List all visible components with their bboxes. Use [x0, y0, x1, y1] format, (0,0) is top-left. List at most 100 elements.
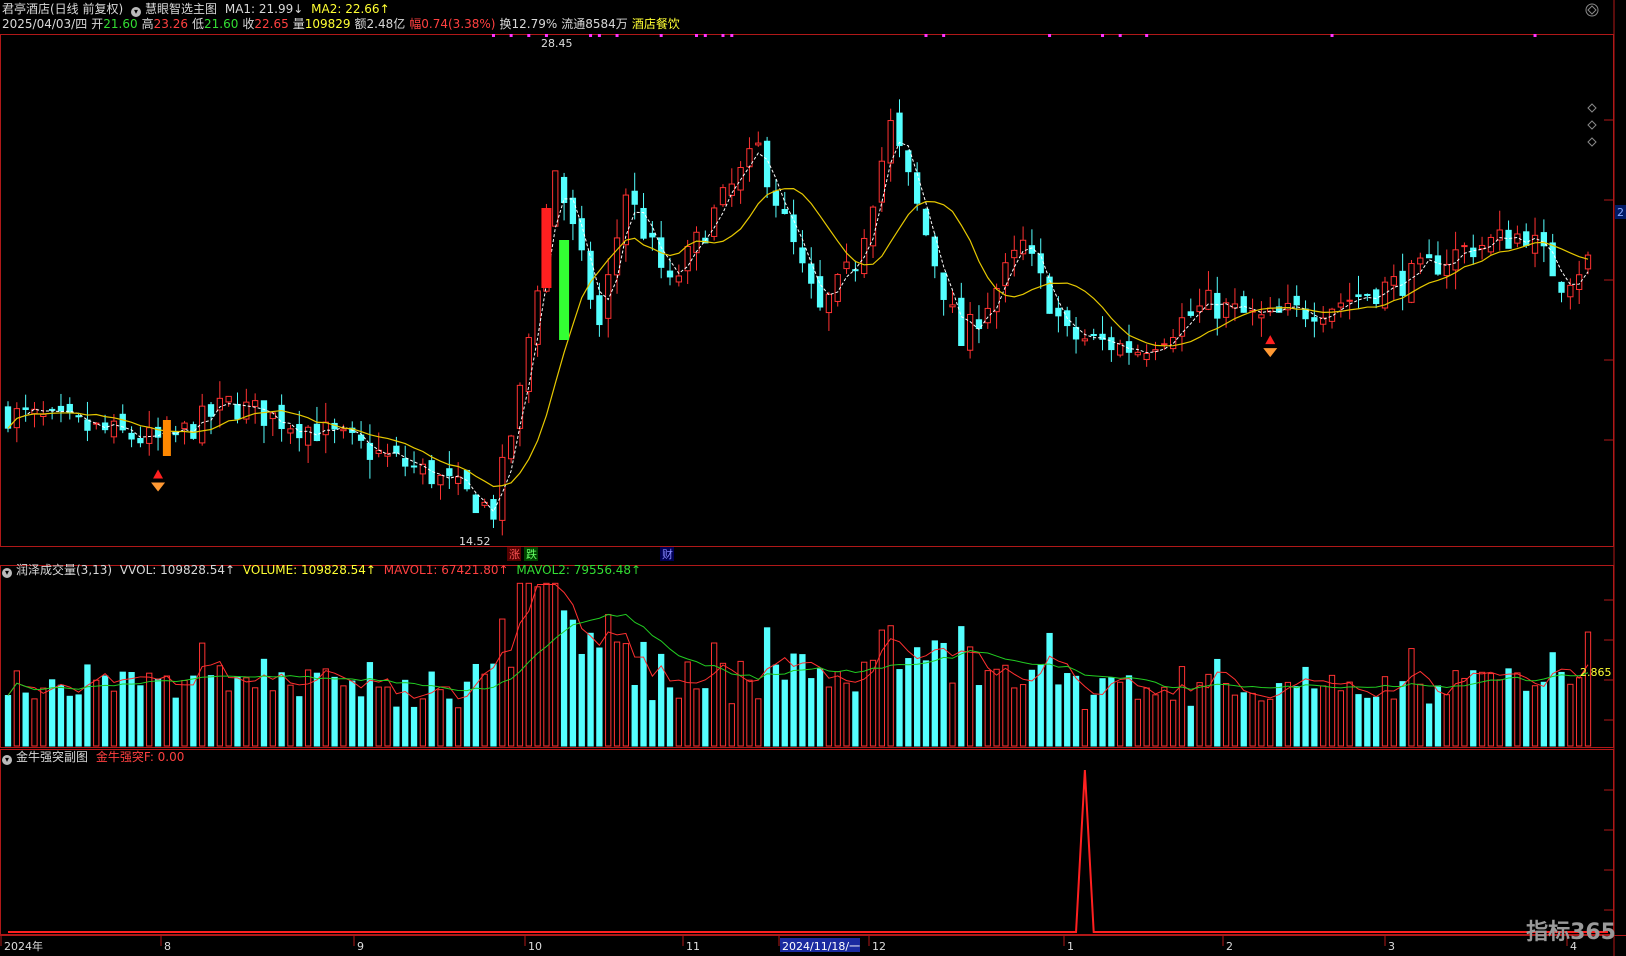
candle-body [1346, 299, 1353, 302]
volume-bar [1002, 664, 1009, 747]
volume-bar [728, 703, 735, 747]
buy-signal-diamond-0 [151, 482, 166, 492]
volume-bar [13, 670, 20, 747]
x-label-6: 12 [872, 940, 886, 953]
candle-body [410, 465, 418, 468]
candle-body [22, 407, 29, 410]
candle-body [137, 437, 144, 444]
gridlines [1604, 119, 1614, 911]
volume-bar [649, 700, 656, 747]
x-label-7: 1 [1067, 940, 1074, 953]
volume-bar [437, 689, 444, 747]
candle-body [949, 304, 956, 308]
chart-canvas[interactable]: 2024年 8 9 10 11 2024/11/18/一 12 1 2 3 4 28.45 14.5… [0, 0, 1626, 956]
candle-body [816, 276, 824, 308]
candle-body [1090, 334, 1097, 337]
ma-lines-group [7, 141, 1589, 513]
candle-body [1408, 263, 1415, 303]
volume-bar [1584, 631, 1592, 747]
volume-bar [199, 642, 206, 747]
top-signal-dot-1 [509, 34, 513, 37]
volume-bar [1187, 705, 1194, 747]
volume-bar [1443, 694, 1450, 747]
volume-bar [984, 670, 991, 747]
vol-title[interactable]: 润泽成交量(3,13) [16, 563, 112, 577]
signal-title[interactable]: 金牛强突副图 [16, 750, 88, 764]
volume-bar [313, 672, 321, 747]
volume-bar [1072, 675, 1080, 747]
volume-bar [137, 685, 144, 747]
candle-body [1134, 351, 1141, 356]
candle-body [772, 190, 780, 206]
top-signal-dot-14 [1048, 34, 1052, 37]
candle-body [1558, 281, 1565, 293]
volume-bar [322, 668, 329, 747]
volume-bar [693, 688, 700, 747]
volume-bar [675, 697, 682, 747]
volume-bar [1355, 694, 1362, 747]
candle-body [181, 422, 188, 430]
candle-body [507, 435, 515, 460]
diamond-icon-2[interactable] [1587, 103, 1597, 113]
volume-bar [516, 582, 524, 747]
candle-body [613, 237, 621, 276]
candle-body [1055, 307, 1062, 317]
volume-bar [702, 688, 709, 747]
volume-bar [278, 672, 285, 747]
candle-body [1505, 229, 1512, 249]
candle-body [278, 404, 285, 430]
signal-group [8, 769, 1608, 933]
candle-body [966, 313, 974, 351]
vol-dropdown-icon[interactable]: ▾ [2, 568, 12, 578]
volume-bar [852, 691, 859, 747]
volume-bar [1408, 648, 1415, 747]
volume-bar [1293, 686, 1300, 747]
volume-bar [4, 695, 12, 747]
volume-bar [1320, 685, 1327, 747]
volume-bar [190, 675, 197, 747]
volume-bar [763, 627, 771, 747]
candle-body [1452, 249, 1459, 271]
highlight-red-bar [541, 208, 552, 288]
signal-dropdown-icon[interactable]: ▾ [2, 755, 12, 765]
volume-bar [1487, 673, 1495, 747]
candle-body [225, 395, 232, 403]
candle-body [1002, 262, 1009, 287]
candle-body [1470, 247, 1477, 258]
top-signal-dot-8 [694, 34, 698, 37]
candle-body [1373, 289, 1380, 304]
diamond-icon-3[interactable] [1587, 120, 1597, 130]
volume-bar [613, 641, 621, 747]
candle-body [1425, 254, 1433, 259]
candle-body [1284, 302, 1292, 311]
volume-bar [1399, 681, 1406, 747]
volume-bar [958, 626, 965, 747]
candle-body [340, 428, 347, 432]
candle-body [455, 476, 462, 484]
candle-body [534, 290, 541, 345]
diamond-icon-4[interactable] [1587, 137, 1597, 147]
top-signal-dot-0 [491, 34, 495, 37]
volume-bar [1452, 670, 1459, 747]
ma1-line [7, 141, 1589, 513]
volume-bar [587, 632, 594, 747]
fin-tag[interactable]: 财 [662, 547, 673, 561]
volume-bar [393, 706, 400, 747]
x-label-5: 2024/11/18/一 [782, 940, 860, 953]
candle-body [1576, 274, 1583, 290]
volume-bar [1381, 676, 1389, 747]
volume-bar [260, 658, 268, 747]
top-signal-dot-9 [703, 34, 707, 37]
volume-bar [1505, 668, 1512, 747]
volume-bar [1249, 692, 1256, 747]
candle-body [843, 261, 850, 270]
top-signal-dot-4 [589, 34, 593, 37]
volume-bar [207, 675, 215, 747]
candle-body [313, 423, 321, 442]
candle-body [525, 337, 532, 392]
volume-bar [808, 678, 815, 747]
candle-body [287, 428, 294, 434]
diamond-icon-1[interactable] [1587, 5, 1597, 15]
volume-bar [402, 679, 409, 747]
volume-bar [1523, 690, 1530, 747]
